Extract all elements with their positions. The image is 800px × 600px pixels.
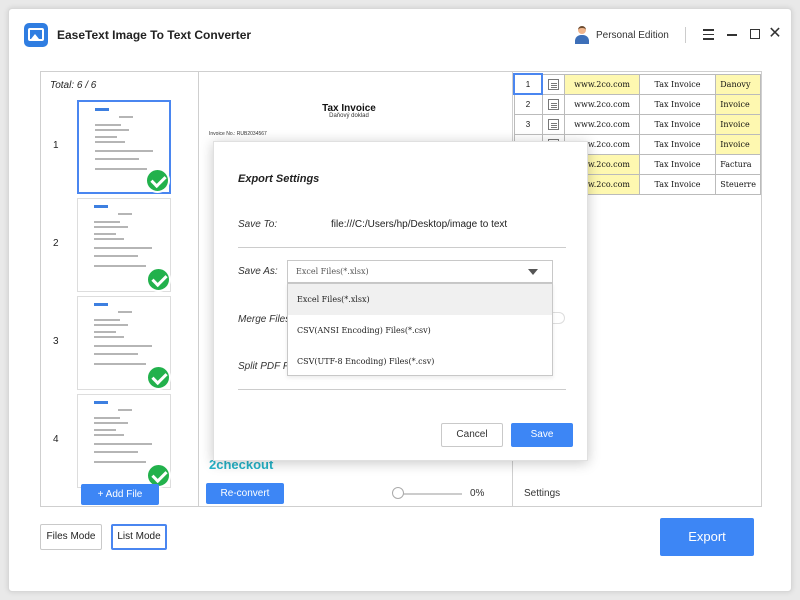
save-as-dropdown: Excel Files(*.xlsx) CSV(ANSI Encoding) F… <box>287 283 553 376</box>
maximize-icon[interactable] <box>747 25 763 43</box>
export-button[interactable]: Export <box>660 518 754 556</box>
list-mode-button[interactable]: List Mode <box>111 524 167 550</box>
split-pdf-label: Split PDF Fi <box>238 361 292 372</box>
files-mode-button[interactable]: Files Mode <box>40 524 102 550</box>
table-cell[interactable]: Factura <box>715 153 761 175</box>
file-number: 4 <box>53 434 59 445</box>
table-cell[interactable]: Tax Invoice <box>638 173 717 195</box>
merge-files-label: Merge Files <box>238 314 291 325</box>
document-icon <box>548 78 560 90</box>
preview-subtitle: Daňový doklad <box>329 113 369 119</box>
menu-icon[interactable] <box>701 25 717 43</box>
check-icon <box>146 365 171 390</box>
title-divider <box>685 27 686 43</box>
document-icon <box>547 98 559 110</box>
add-file-button[interactable]: + Add File <box>81 484 159 505</box>
list-item[interactable]: 1 <box>41 100 198 194</box>
table-row[interactable]: 2 www.2co.com Tax Invoice Invoice <box>513 93 761 115</box>
table-cell[interactable]: Invoice <box>715 113 761 135</box>
table-cell[interactable]: www.2co.com <box>564 93 640 115</box>
merge-files-toggle[interactable] <box>553 312 565 324</box>
file-thumbnail[interactable] <box>77 198 171 292</box>
dropdown-option-xlsx[interactable]: Excel Files(*.xlsx) <box>288 284 552 315</box>
save-as-value: Excel Files(*.xlsx) <box>296 267 369 276</box>
file-number: 1 <box>53 140 59 151</box>
preview-invoice-number: Invoice No.: RUB2034567 <box>209 131 267 137</box>
list-item[interactable]: 2 <box>41 198 198 292</box>
list-item[interactable]: 4 <box>41 394 198 488</box>
table-cell[interactable]: www.2co.com <box>564 113 640 135</box>
dropdown-option-csv-ansi[interactable]: CSV(ANSI Encoding) Files(*.csv) <box>288 315 552 346</box>
cancel-button[interactable]: Cancel <box>441 423 503 447</box>
file-thumbnail[interactable] <box>77 296 171 390</box>
chevron-down-icon[interactable] <box>528 269 538 275</box>
user-avatar-icon[interactable] <box>574 26 590 44</box>
total-count: Total: 6 / 6 <box>50 80 97 91</box>
zoom-level: 0% <box>470 488 485 499</box>
row-number[interactable]: 3 <box>513 113 543 135</box>
app-window: EaseText Image To Text Converter Persona… <box>8 8 792 592</box>
export-settings-dialog: Export Settings Save To: file:///C:/User… <box>213 141 588 461</box>
file-number: 3 <box>53 336 59 347</box>
table-row[interactable]: 1 www.2co.com Tax Invoice Danovy <box>512 73 761 95</box>
app-title: EaseText Image To Text Converter <box>57 28 252 42</box>
file-thumbnail[interactable] <box>77 100 171 194</box>
table-cell[interactable]: Tax Invoice <box>638 153 717 175</box>
divider <box>238 247 566 248</box>
dropdown-option-csv-utf8[interactable]: CSV(UTF-8 Encoding) Files(*.csv) <box>288 346 552 377</box>
dialog-title: Export Settings <box>238 173 320 185</box>
table-cell[interactable]: Invoice <box>715 133 761 155</box>
list-item[interactable]: 3 <box>41 296 198 390</box>
table-row[interactable]: 3 www.2co.com Tax Invoice Invoice <box>513 113 761 135</box>
save-as-select[interactable]: Excel Files(*.xlsx) <box>287 260 553 283</box>
table-cell[interactable]: www.2co.com <box>564 73 640 95</box>
minimize-icon[interactable] <box>724 25 740 43</box>
check-icon <box>145 168 170 193</box>
save-to-path[interactable]: file:///C:/Users/hp/Desktop/image to tex… <box>331 219 507 230</box>
table-cell[interactable]: Invoice <box>715 93 761 115</box>
settings-link[interactable]: Settings <box>524 488 560 499</box>
document-icon <box>547 118 559 130</box>
app-logo-icon <box>24 23 48 47</box>
row-number[interactable]: 1 <box>512 73 544 95</box>
close-icon[interactable]: ✕ <box>767 25 783 43</box>
divider <box>238 389 566 390</box>
check-icon <box>146 267 171 292</box>
zoom-slider[interactable] <box>398 493 462 495</box>
edition-label[interactable]: Personal Edition <box>596 30 669 41</box>
save-button[interactable]: Save <box>511 423 573 447</box>
table-cell[interactable]: Danovy <box>715 73 761 95</box>
file-list-panel: Total: 6 / 6 1 2 3 4 + Add File <box>40 71 199 507</box>
table-cell[interactable]: Steuerre <box>715 173 761 195</box>
file-thumbnail[interactable] <box>77 394 171 488</box>
save-to-label: Save To: <box>238 219 278 230</box>
file-number: 2 <box>53 238 59 249</box>
table-cell[interactable]: Tax Invoice <box>638 113 717 135</box>
table-cell[interactable]: Tax Invoice <box>638 73 717 95</box>
title-bar: EaseText Image To Text Converter Persona… <box>9 9 791 63</box>
save-as-label: Save As: <box>238 266 278 277</box>
table-cell[interactable]: Tax Invoice <box>638 93 717 115</box>
zoom-slider-handle[interactable] <box>392 487 404 499</box>
reconvert-button[interactable]: Re-convert <box>206 483 284 504</box>
table-cell[interactable]: Tax Invoice <box>638 133 717 155</box>
row-number[interactable]: 2 <box>513 93 543 115</box>
